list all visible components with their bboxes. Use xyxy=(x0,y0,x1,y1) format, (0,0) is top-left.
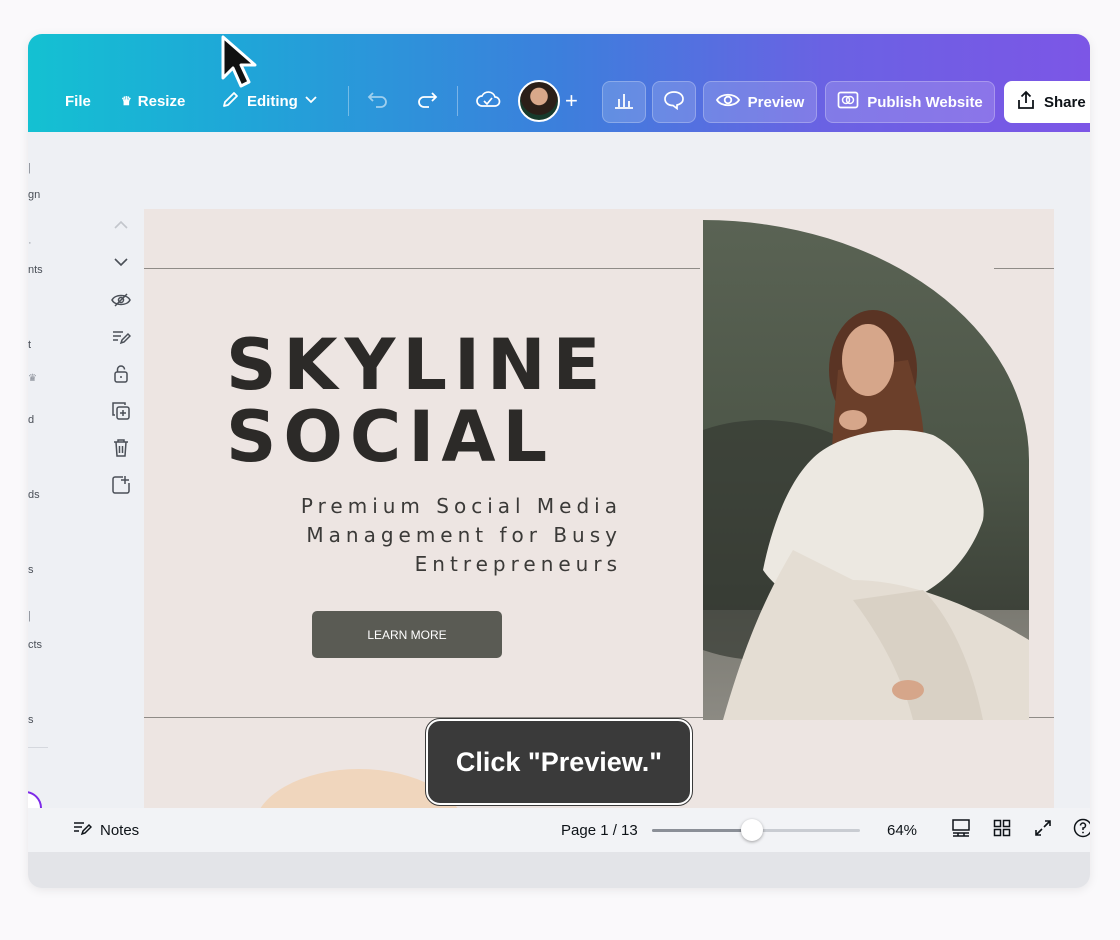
sidebar-divider xyxy=(28,747,48,748)
redo-icon xyxy=(416,89,438,113)
sidebar-item-label[interactable]: t xyxy=(28,339,31,351)
share-label: Share xyxy=(1044,93,1086,111)
avatar[interactable] xyxy=(518,80,560,122)
eye-icon xyxy=(715,92,740,112)
sidebar-icon: | xyxy=(28,610,31,622)
grid-icon xyxy=(993,819,1011,841)
add-collaborator-button[interactable]: + xyxy=(565,80,578,122)
lock-icon[interactable] xyxy=(108,361,134,387)
tooltip-text: Click "Preview." xyxy=(455,746,663,777)
file-label: File xyxy=(65,92,91,110)
notes-icon xyxy=(72,820,93,840)
slide-headline[interactable]: SKYLINE SOCIAL xyxy=(226,329,646,473)
preview-label: Preview xyxy=(747,93,805,111)
page-view-button[interactable] xyxy=(951,808,971,852)
sidebar-item-label[interactable]: d xyxy=(28,414,34,426)
trash-icon[interactable] xyxy=(108,435,134,461)
sidebar-item-label[interactable]: gn xyxy=(28,189,40,201)
cloud-save-status[interactable] xyxy=(475,80,501,122)
insights-button[interactable] xyxy=(602,81,646,123)
publish-website-button[interactable]: Publish Website xyxy=(825,81,995,123)
resize-label: Resize xyxy=(137,92,186,110)
share-button[interactable]: Share xyxy=(1004,81,1090,123)
sidebar-item-label[interactable]: nts xyxy=(28,264,43,276)
page-indicator[interactable]: Page 1 / 13 xyxy=(561,808,638,852)
page-indicator-label: Page 1 / 13 xyxy=(561,821,638,839)
headline-line: SKYLINE xyxy=(226,324,608,406)
preview-button[interactable]: Preview xyxy=(703,81,817,123)
bottom-bar: Notes Page 1 / 13 64% xyxy=(28,808,1090,852)
duplicate-page-icon[interactable] xyxy=(108,398,134,424)
mouse-cursor-icon xyxy=(221,35,257,88)
left-sidebar: | gn · nts t ♛ d ds s | cts s xyxy=(28,132,58,825)
add-page-icon[interactable] xyxy=(108,472,134,498)
zoom-level[interactable]: 64% xyxy=(887,808,917,852)
footer-strip xyxy=(28,852,1090,888)
crown-icon: ♛ xyxy=(28,373,37,384)
comments-button[interactable] xyxy=(652,81,696,123)
fullscreen-button[interactable] xyxy=(1034,808,1052,852)
zoom-label: 64% xyxy=(887,821,918,839)
bar-chart-icon xyxy=(613,90,635,114)
subheading-line: Premium Social Media xyxy=(300,494,622,518)
edit-notes-icon[interactable] xyxy=(108,324,134,350)
headline-line: SOCIAL xyxy=(226,396,555,478)
subheading-line: Management for Busy xyxy=(306,523,622,547)
divider-line xyxy=(144,268,700,269)
chevron-down-icon xyxy=(304,92,318,110)
zoom-slider-handle[interactable] xyxy=(741,819,764,841)
sidebar-icon: | xyxy=(28,162,31,174)
toolbar-divider xyxy=(348,86,349,116)
expand-icon xyxy=(1034,819,1052,841)
grid-view-button[interactable] xyxy=(993,808,1011,852)
slide-subheading[interactable]: Premium Social Media Management for Busy… xyxy=(254,492,622,579)
help-button[interactable] xyxy=(1073,808,1090,852)
learn-more-label: LEARN MORE xyxy=(367,627,447,642)
cloud-check-icon xyxy=(475,89,501,113)
chevron-down-icon[interactable] xyxy=(108,249,134,275)
plus-icon: + xyxy=(565,88,578,113)
sidebar-item-label[interactable]: ds xyxy=(28,489,40,501)
resize-button[interactable]: ♛ Resize xyxy=(121,80,185,122)
chevron-up-icon[interactable] xyxy=(108,212,134,238)
sidebar-item-label[interactable]: s xyxy=(28,714,34,726)
sidebar-icon: · xyxy=(28,237,32,249)
toolbar-divider xyxy=(457,86,458,116)
hero-photo[interactable] xyxy=(703,220,1029,720)
file-menu[interactable]: File xyxy=(65,80,91,122)
website-icon xyxy=(837,91,859,113)
upload-icon xyxy=(1016,90,1036,114)
redo-button[interactable] xyxy=(416,80,438,122)
app-window: File ♛ Resize Editing + Preview Publish … xyxy=(28,34,1090,888)
subheading-line: Entrepreneurs xyxy=(414,552,622,576)
help-icon xyxy=(1073,818,1090,842)
pages-icon xyxy=(951,818,971,842)
learn-more-button[interactable]: LEARN MORE xyxy=(312,611,502,658)
zoom-slider-fill xyxy=(652,829,753,832)
top-toolbar: File ♛ Resize Editing + Preview Publish … xyxy=(28,34,1090,132)
comment-icon xyxy=(663,90,685,114)
publish-label: Publish Website xyxy=(867,93,983,111)
editing-label: Editing xyxy=(247,92,298,110)
sidebar-item-label[interactable]: cts xyxy=(28,639,42,651)
crown-icon: ♛ xyxy=(121,94,132,108)
undo-button[interactable] xyxy=(367,80,389,122)
undo-icon xyxy=(367,89,389,113)
notes-button[interactable]: Notes xyxy=(72,808,139,852)
notes-label: Notes xyxy=(100,821,140,839)
hide-page-icon[interactable] xyxy=(108,287,134,313)
sidebar-item-label[interactable]: s xyxy=(28,564,34,576)
instruction-tooltip: Click "Preview." xyxy=(425,718,693,806)
